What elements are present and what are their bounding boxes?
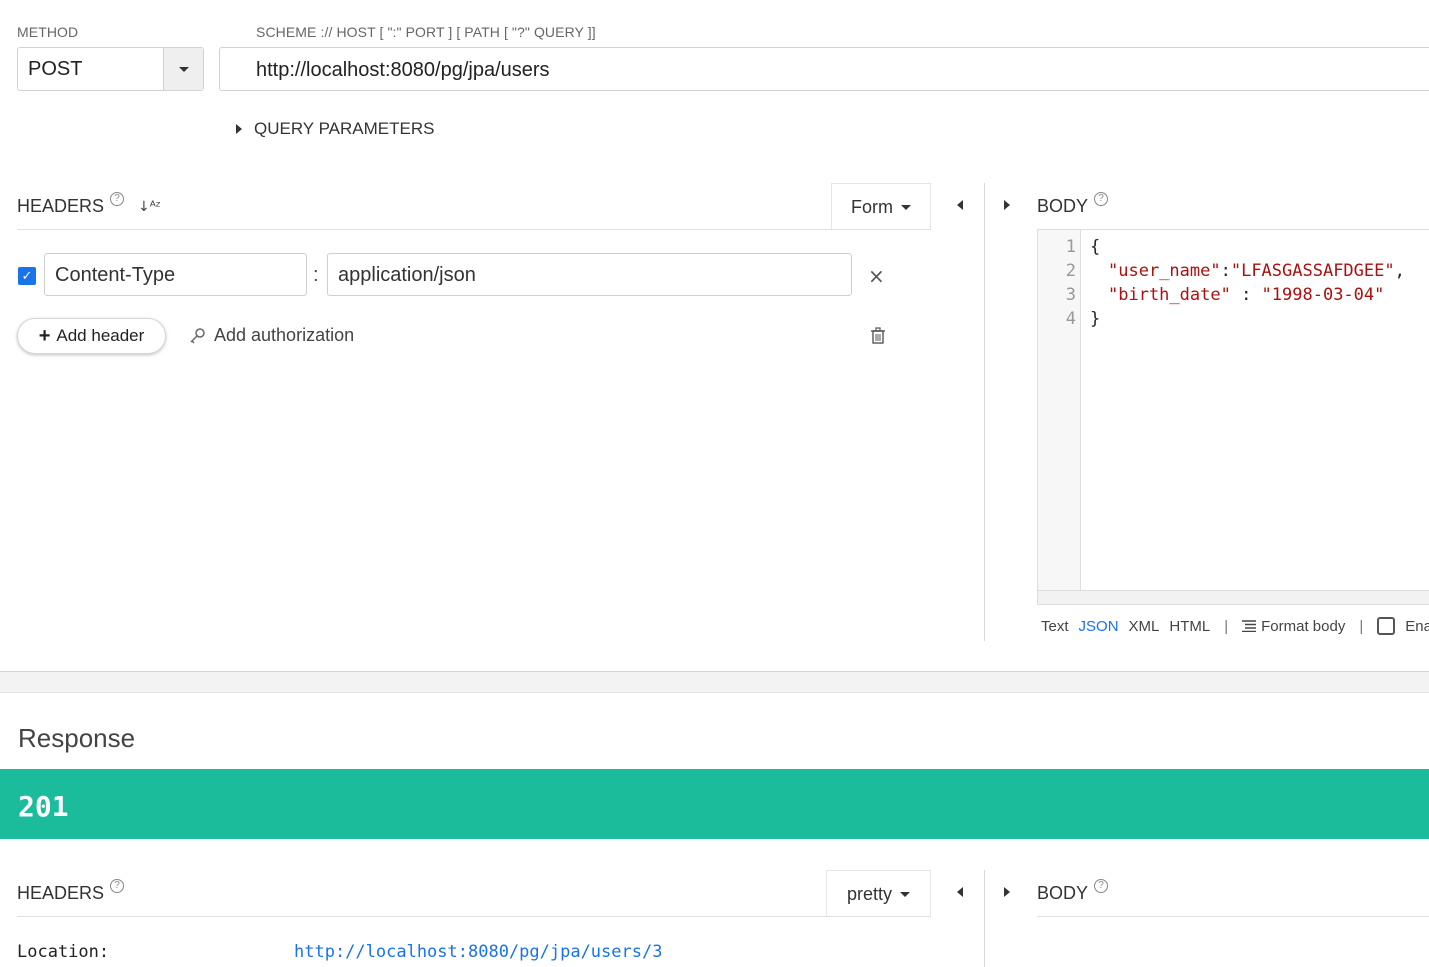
body-format-toolbar: Text JSON XML HTML | Format body | Ena <box>1041 617 1429 635</box>
chevron-down-icon <box>901 204 911 210</box>
format-body-button[interactable]: Format body <box>1242 618 1345 635</box>
header-separator: : <box>313 264 319 286</box>
collapse-left-button[interactable] <box>957 200 963 210</box>
help-icon[interactable]: ? <box>1094 878 1109 893</box>
help-icon[interactable]: ? <box>110 878 125 893</box>
key-icon <box>190 327 205 344</box>
collapse-right-button[interactable] <box>1004 887 1010 897</box>
format-text-button[interactable]: Text <box>1041 618 1069 635</box>
line-number-gutter: 1 2 3 4 <box>1038 230 1081 590</box>
help-icon[interactable]: ? <box>1094 191 1109 206</box>
toolbar-separator: | <box>1224 617 1229 635</box>
headers-title-text: HEADERS <box>17 196 105 216</box>
response-headers-title: HEADERS ? <box>17 878 125 904</box>
horizontal-scrollbar[interactable] <box>1038 590 1429 604</box>
headers-divider <box>17 229 931 230</box>
code-token: "birth_date" <box>1108 285 1231 305</box>
code-token: } <box>1090 309 1101 329</box>
caret-right-icon <box>1004 887 1010 897</box>
trash-icon <box>871 327 885 344</box>
query-parameters-toggle[interactable]: QUERY PARAMETERS <box>236 119 434 139</box>
chevron-down-icon <box>178 66 189 72</box>
response-headers-mode-button[interactable]: pretty <box>826 870 931 917</box>
remove-header-icon[interactable]: × <box>868 264 885 288</box>
add-header-button[interactable]: + Add header <box>17 318 166 354</box>
format-align-icon <box>1242 620 1257 632</box>
method-value: POST <box>28 58 83 80</box>
collapse-right-button[interactable] <box>1004 200 1010 210</box>
response-headers-divider <box>17 916 931 917</box>
check-icon: ✓ <box>21 268 33 284</box>
method-caption: METHOD <box>17 24 79 40</box>
body-title-text: BODY <box>1037 196 1089 216</box>
headers-title-text: HEADERS <box>17 883 105 903</box>
code-line: "birth_date" : "1998-03-04" <box>1108 285 1384 305</box>
enable-label: Ena <box>1405 617 1429 635</box>
response-header-link[interactable]: http://localhost:8080/pg/jpa/users/3 <box>294 942 662 962</box>
code-line: { <box>1090 237 1100 257</box>
code-token: : <box>1220 261 1231 281</box>
format-body-label: Format body <box>1261 617 1346 635</box>
url-caption: SCHEME :// HOST [ ":" PORT ] [ PATH [ "?… <box>256 24 596 40</box>
enable-checkbox[interactable] <box>1377 617 1396 635</box>
response-body-title: BODY ? <box>1037 878 1109 904</box>
add-header-label: Add header <box>56 326 145 345</box>
url-input[interactable]: http://localhost:8080/pg/jpa/users <box>219 47 1429 91</box>
section-separator-band <box>0 671 1429 693</box>
sort-az-icon[interactable]: ↓ᴬᶻ <box>138 199 161 215</box>
headers-mode-label: Form <box>851 196 893 217</box>
line-number: 3 <box>1065 285 1076 305</box>
line-number: 4 <box>1065 309 1076 329</box>
header-value-input[interactable]: application/json <box>327 253 852 296</box>
collapse-left-button[interactable] <box>957 887 963 897</box>
code-token: "1998-03-04" <box>1261 285 1385 305</box>
code-token: , <box>1394 261 1405 281</box>
caret-right-icon <box>1004 200 1010 210</box>
format-xml-button[interactable]: XML <box>1129 618 1160 635</box>
panel-divider[interactable] <box>984 183 985 641</box>
response-mode-label: pretty <box>846 883 893 904</box>
plus-icon: + <box>38 324 51 347</box>
format-html-button[interactable]: HTML <box>1169 618 1210 635</box>
caret-left-icon <box>957 200 963 210</box>
query-parameters-label: QUERY PARAMETERS <box>254 119 435 138</box>
code-token: "user_name" <box>1108 261 1221 281</box>
response-body-divider <box>1037 916 1429 917</box>
request-body-title: BODY ? <box>1037 191 1109 217</box>
headers-mode-button[interactable]: Form <box>831 183 931 230</box>
status-code: 201 <box>18 790 69 823</box>
header-name-input[interactable]: Content-Type <box>44 253 307 296</box>
code-line: } <box>1090 309 1100 329</box>
method-dropdown-button[interactable] <box>163 48 203 90</box>
panel-divider[interactable] <box>984 870 985 967</box>
line-number: 2 <box>1065 261 1076 281</box>
add-authorization-label: Add authorization <box>214 325 355 345</box>
format-json-button[interactable]: JSON <box>1079 618 1119 635</box>
chevron-down-icon <box>900 891 911 897</box>
header-enabled-checkbox[interactable]: ✓ <box>18 267 36 285</box>
code-token: "LFASGASSAFDGEE" <box>1230 261 1395 281</box>
code-token: { <box>1090 237 1101 257</box>
line-number: 1 <box>1065 237 1076 257</box>
help-icon[interactable]: ? <box>110 191 125 206</box>
code-line: "user_name":"LFASGASSAFDGEE", <box>1108 261 1405 281</box>
caret-right-icon <box>236 124 242 134</box>
add-authorization-link[interactable]: Add authorization <box>188 325 354 346</box>
caret-left-icon <box>957 887 963 897</box>
status-bar: 201 <box>0 769 1429 839</box>
toolbar-separator: | <box>1359 617 1364 635</box>
method-select[interactable]: POST <box>17 47 204 91</box>
code-token: : <box>1230 285 1262 305</box>
request-headers-title: HEADERS ? ↓ᴬᶻ <box>17 191 161 217</box>
response-title: Response <box>18 723 136 753</box>
body-title-text: BODY <box>1037 883 1089 903</box>
delete-all-headers-button[interactable] <box>870 327 886 350</box>
body-code-editor[interactable]: 1 2 3 4 { "user_name":"LFASGASSAFDGEE", … <box>1037 229 1429 605</box>
response-header-key: Location: <box>17 942 110 962</box>
